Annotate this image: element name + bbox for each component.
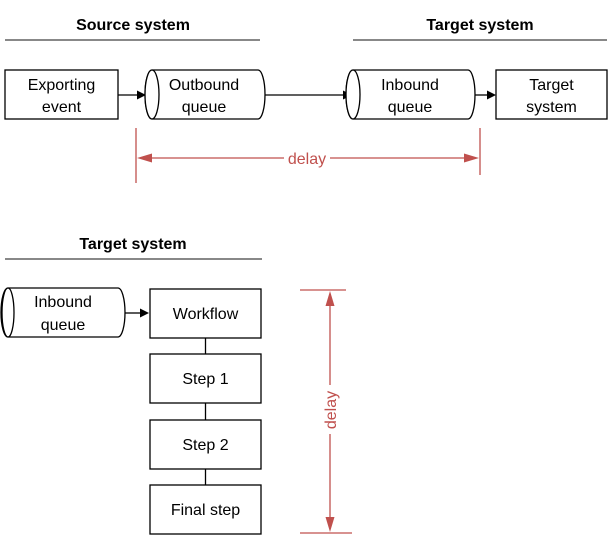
inbound-queue-node-bottom: Inbound queue	[0, 287, 126, 338]
workflow-node: Workflow	[149, 288, 262, 339]
arrowhead-icon	[140, 308, 149, 318]
target-system-header-top: Target system	[426, 17, 533, 34]
source-system-header: Source system	[76, 17, 190, 34]
integration-delay-diagram: Source system Target system Exporting ev…	[0, 17, 608, 535]
step1-label: Step 1	[182, 371, 228, 388]
target-system-label-line2: system	[526, 99, 577, 116]
inbound-queue-label-line2-top: queue	[388, 99, 433, 116]
inbound-queue-cylinder-end-bottom	[1, 287, 15, 338]
outbound-queue-cylinder-end	[144, 69, 160, 120]
delay-arrowhead-down-icon	[325, 517, 335, 532]
exporting-event-label-line2: event	[42, 99, 82, 116]
step1-node: Step 1	[149, 353, 262, 404]
bottom-flow: Target system Inbound queue Workflow Ste…	[0, 236, 352, 535]
delay-arrowhead-up-icon	[325, 291, 335, 306]
final-step-label: Final step	[171, 502, 240, 519]
delay-arrowhead-right-icon	[464, 153, 479, 163]
exporting-event-node: Exporting event	[4, 69, 119, 120]
delay-arrowhead-left-icon	[137, 153, 152, 163]
outbound-queue-label-line1: Outbound	[169, 77, 239, 94]
delay-dimension-vertical: delay	[300, 289, 352, 534]
target-system-header-bottom: Target system	[79, 236, 186, 253]
delay-dimension-horizontal: delay	[135, 128, 481, 183]
step2-node: Step 2	[149, 419, 262, 470]
inbound-queue-label-line1-top: Inbound	[381, 77, 439, 94]
inbound-queue-label-line1-bottom: Inbound	[34, 294, 92, 311]
workflow-label: Workflow	[173, 306, 239, 323]
delay-label-vertical: delay	[323, 391, 340, 429]
top-flow: Source system Target system Exporting ev…	[4, 17, 608, 183]
inbound-queue-label-line2-bottom: queue	[41, 317, 86, 334]
target-system-node: Target system	[495, 69, 608, 120]
outbound-queue-label-line2: queue	[182, 99, 227, 116]
arrowhead-icon	[487, 90, 496, 100]
inbound-queue-node-top: Inbound queue	[345, 69, 476, 120]
step2-label: Step 2	[182, 437, 228, 454]
outbound-queue-node: Outbound queue	[144, 69, 266, 120]
exporting-event-label-line1: Exporting	[28, 77, 96, 94]
inbound-queue-cylinder-end-top	[345, 69, 361, 120]
final-step-node: Final step	[149, 484, 262, 535]
target-system-label-line1: Target	[529, 77, 574, 94]
delay-label-horizontal: delay	[288, 151, 326, 168]
